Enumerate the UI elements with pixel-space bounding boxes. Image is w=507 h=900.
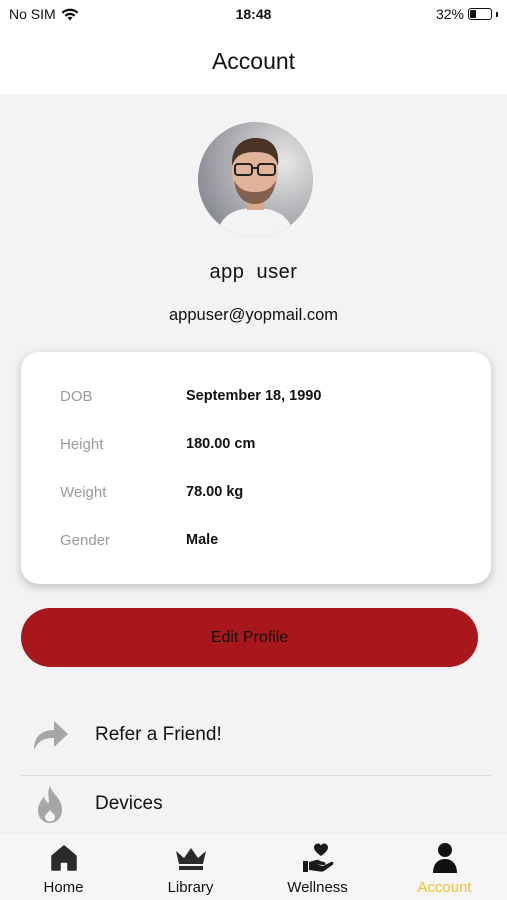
tab-wellness-label: Wellness (287, 879, 348, 896)
weight-value: 78.00 kg (186, 484, 244, 500)
person-icon (432, 842, 458, 874)
dob-label: DOB (60, 388, 93, 405)
battery-indicator: 32% (436, 6, 498, 22)
home-icon (50, 842, 78, 874)
height-value: 180.00 cm (186, 436, 256, 452)
battery-percent: 32% (435, 6, 464, 22)
dob-value: September 18, 1990 (186, 388, 322, 404)
tab-wellness[interactable]: Wellness (254, 834, 381, 900)
gender-label: Gender (60, 532, 111, 549)
menu-item-devices[interactable]: Devices (21, 770, 491, 838)
tab-account-label: Account (417, 879, 472, 896)
detail-row-weight: Weight 78.00 kg (21, 484, 491, 508)
profile-details-card: DOB September 18, 1990 Height 180.00 cm … (21, 352, 491, 584)
tab-bar: Home Library Wellness Account (0, 833, 507, 900)
weight-label: Weight (60, 484, 107, 501)
battery-tip (496, 11, 498, 17)
avatar[interactable] (198, 122, 313, 237)
crown-icon (174, 842, 208, 874)
menu-item-refer-friend[interactable]: Refer a Friend! (21, 701, 491, 769)
refer-friend-label: Refer a Friend! (95, 724, 222, 745)
gender-value: Male (186, 532, 219, 548)
status-bar: No SIM 18:48 32% (0, 0, 507, 30)
heart-hand-icon (301, 842, 335, 874)
tab-library-label: Library (167, 879, 214, 896)
detail-row-height: Height 180.00 cm (21, 436, 491, 460)
share-arrow-icon (29, 714, 71, 756)
tab-home[interactable]: Home (0, 834, 127, 900)
battery-level (470, 10, 477, 18)
flame-icon (29, 783, 71, 825)
user-email: appuser@yopmail.com (169, 306, 338, 324)
tab-home-label: Home (43, 879, 84, 896)
battery-icon (468, 8, 492, 20)
edit-profile-button[interactable]: Edit Profile (21, 608, 478, 667)
clock: 18:48 (235, 6, 272, 22)
devices-label: Devices (95, 793, 163, 814)
tab-account[interactable]: Account (381, 834, 507, 900)
height-label: Height (60, 436, 104, 453)
avatar-photo (198, 122, 313, 237)
user-name: app user (209, 261, 298, 283)
detail-row-gender: Gender Male (21, 532, 491, 556)
page-title: Account (211, 48, 296, 74)
nav-header: Account (0, 30, 507, 94)
detail-row-dob: DOB September 18, 1990 (21, 388, 491, 412)
tab-library[interactable]: Library (127, 834, 254, 900)
